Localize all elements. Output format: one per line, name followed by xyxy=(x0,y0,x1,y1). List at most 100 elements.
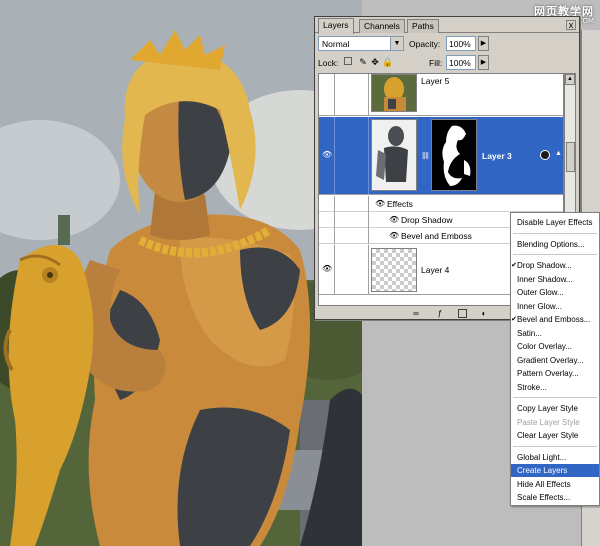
checkmark-icon: ✔ xyxy=(511,316,517,323)
menu-item-label: Color Overlay... xyxy=(517,342,572,351)
menu-item-pattern-overlay[interactable]: Pattern Overlay... xyxy=(511,367,599,380)
lock-all-icon[interactable]: 🔒 xyxy=(382,57,393,67)
adjustment-layer-icon[interactable]: ◐ xyxy=(478,308,490,319)
thumbnail-image xyxy=(372,75,416,111)
menu-item-inner-shadow[interactable]: Inner Shadow... xyxy=(511,273,599,286)
visibility-toggle[interactable] xyxy=(319,228,335,244)
menu-item-gradient-overlay[interactable]: Gradient Overlay... xyxy=(511,354,599,367)
menu-item-satin[interactable]: Satin... xyxy=(511,327,599,340)
menu-item-disable-layer-effects[interactable]: Disable Layer Effects xyxy=(511,216,599,229)
menu-item-scale-effects[interactable]: Scale Effects... xyxy=(511,491,599,504)
thumbnail-image xyxy=(372,120,416,190)
blend-mode-select[interactable]: Normal ▼ xyxy=(318,36,404,51)
menu-item-label: Outer Glow... xyxy=(517,288,564,297)
menu-separator xyxy=(513,232,597,234)
visibility-toggle[interactable]: 👁 xyxy=(319,117,335,194)
menu-item-paste-layer-style: Paste Layer Style xyxy=(511,416,599,429)
menu-item-label: Blending Options... xyxy=(517,239,585,249)
menu-item-label: Clear Layer Style xyxy=(517,431,579,440)
layer-name[interactable]: Layer 5 xyxy=(421,76,449,86)
menu-item-label: Bevel and Emboss... xyxy=(517,315,591,324)
eye-icon[interactable]: 👁 xyxy=(375,199,385,208)
menu-item-label: Scale Effects... xyxy=(517,493,571,502)
opacity-label: Opacity: xyxy=(409,39,441,49)
mask-image xyxy=(432,120,476,190)
eye-icon[interactable]: 👁 xyxy=(389,231,399,240)
menu-item-label: Hide All Effects xyxy=(517,479,571,489)
layer-row-selected[interactable]: 👁 ⛓ Layer 3 ▲ xyxy=(319,117,563,195)
menu-item-clear-layer-style[interactable]: Clear Layer Style xyxy=(511,429,599,442)
layer-thumbnail xyxy=(371,74,417,112)
menu-separator xyxy=(513,445,597,447)
tab-channels[interactable]: Channels xyxy=(359,19,405,33)
add-layer-style-icon[interactable]: ƒ xyxy=(434,308,446,319)
layer-style-fx-icon[interactable] xyxy=(540,150,550,160)
chevron-up-icon[interactable]: ▲ xyxy=(555,150,562,157)
tab-paths[interactable]: Paths xyxy=(407,19,439,33)
scroll-up-icon[interactable]: ▲ xyxy=(565,74,575,85)
menu-item-bevel-and-emboss[interactable]: ✔ Bevel and Emboss... xyxy=(511,313,599,326)
effect-label: Drop Shadow xyxy=(401,215,453,225)
fill-label: Fill: xyxy=(429,58,443,68)
menu-item-label: Copy Layer Style xyxy=(517,404,578,413)
menu-item-hide-all-effects[interactable]: Hide All Effects xyxy=(511,478,599,491)
opacity-input[interactable]: 100% xyxy=(446,36,476,51)
eye-icon[interactable]: 👁 xyxy=(322,265,332,273)
menu-item-global-light[interactable]: Global Light... xyxy=(511,451,599,464)
fill-input[interactable]: 100% xyxy=(446,55,476,70)
menu-item-label: Paste Layer Style xyxy=(517,417,580,427)
menu-item-stroke[interactable]: Stroke... xyxy=(511,381,599,394)
menu-item-label: Pattern Overlay... xyxy=(517,369,579,378)
lock-row: Lock: ✎ ✥ 🔒 Fill: 100% ▶ xyxy=(318,55,576,71)
lock-transparency-icon[interactable] xyxy=(344,57,352,65)
layer-mask-thumbnail[interactable] xyxy=(431,119,477,191)
chevron-down-icon[interactable]: ▼ xyxy=(390,37,403,50)
visibility-toggle[interactable] xyxy=(319,74,335,115)
lock-brush-icon[interactable]: ✎ xyxy=(358,57,368,67)
visibility-toggle[interactable] xyxy=(319,212,335,228)
link-column xyxy=(335,228,369,244)
menu-separator xyxy=(513,254,597,255)
add-mask-icon[interactable] xyxy=(458,309,467,318)
layer-name[interactable]: Layer 3 xyxy=(482,151,512,161)
menu-item-label: Global Light... xyxy=(517,452,567,462)
menu-item-drop-shadow[interactable]: ✔ Drop Shadow... xyxy=(511,259,599,272)
link-column[interactable] xyxy=(335,245,369,294)
link-layers-icon[interactable]: ∞ xyxy=(410,308,422,319)
layer-row[interactable]: Layer 5 xyxy=(319,74,563,116)
menu-item-blending-options[interactable]: Blending Options... xyxy=(511,238,599,251)
eye-icon[interactable]: 👁 xyxy=(389,215,399,224)
menu-item-label: Gradient Overlay... xyxy=(517,355,584,365)
mask-link-icon[interactable]: ⛓ xyxy=(421,152,430,160)
tab-layers[interactable]: Layers xyxy=(318,18,354,34)
blend-mode-value: Normal xyxy=(322,39,350,49)
lock-label: Lock: xyxy=(318,58,339,68)
menu-item-create-layers[interactable]: Create Layers xyxy=(511,464,599,477)
menu-item-outer-glow[interactable]: Outer Glow... xyxy=(511,286,599,299)
layer-thumbnail xyxy=(371,248,417,292)
link-column[interactable] xyxy=(335,74,369,115)
checkmark-icon: ✔ xyxy=(511,262,517,269)
eye-icon[interactable]: 👁 xyxy=(322,151,332,159)
menu-item-color-overlay[interactable]: Color Overlay... xyxy=(511,340,599,353)
palette-tabs: Layers Channels Paths x xyxy=(315,17,579,34)
effects-label: Effects xyxy=(387,199,413,209)
menu-item-inner-glow[interactable]: Inner Glow... xyxy=(511,300,599,313)
link-column[interactable] xyxy=(335,117,369,194)
blend-row: Normal ▼ Opacity: 100% ▶ xyxy=(318,36,576,52)
link-column xyxy=(335,212,369,228)
document-canvas[interactable] xyxy=(0,0,362,546)
menu-item-copy-layer-style[interactable]: Copy Layer Style xyxy=(511,402,599,415)
opacity-slider-button[interactable]: ▶ xyxy=(478,36,489,51)
scroll-thumb[interactable] xyxy=(566,142,575,172)
layer-style-context-menu: Disable Layer Effects Blending Options...… xyxy=(510,212,600,506)
layer-name[interactable]: Layer 4 xyxy=(421,265,449,275)
lock-move-icon[interactable]: ✥ xyxy=(370,57,380,67)
statue-photo xyxy=(0,0,362,546)
visibility-toggle[interactable]: 👁 xyxy=(319,245,335,294)
close-icon[interactable]: x xyxy=(566,20,576,30)
menu-separator xyxy=(513,397,597,398)
fill-slider-button[interactable]: ▶ xyxy=(478,55,489,70)
visibility-toggle[interactable] xyxy=(319,196,335,212)
effects-row[interactable]: 👁 Effects xyxy=(319,196,563,212)
